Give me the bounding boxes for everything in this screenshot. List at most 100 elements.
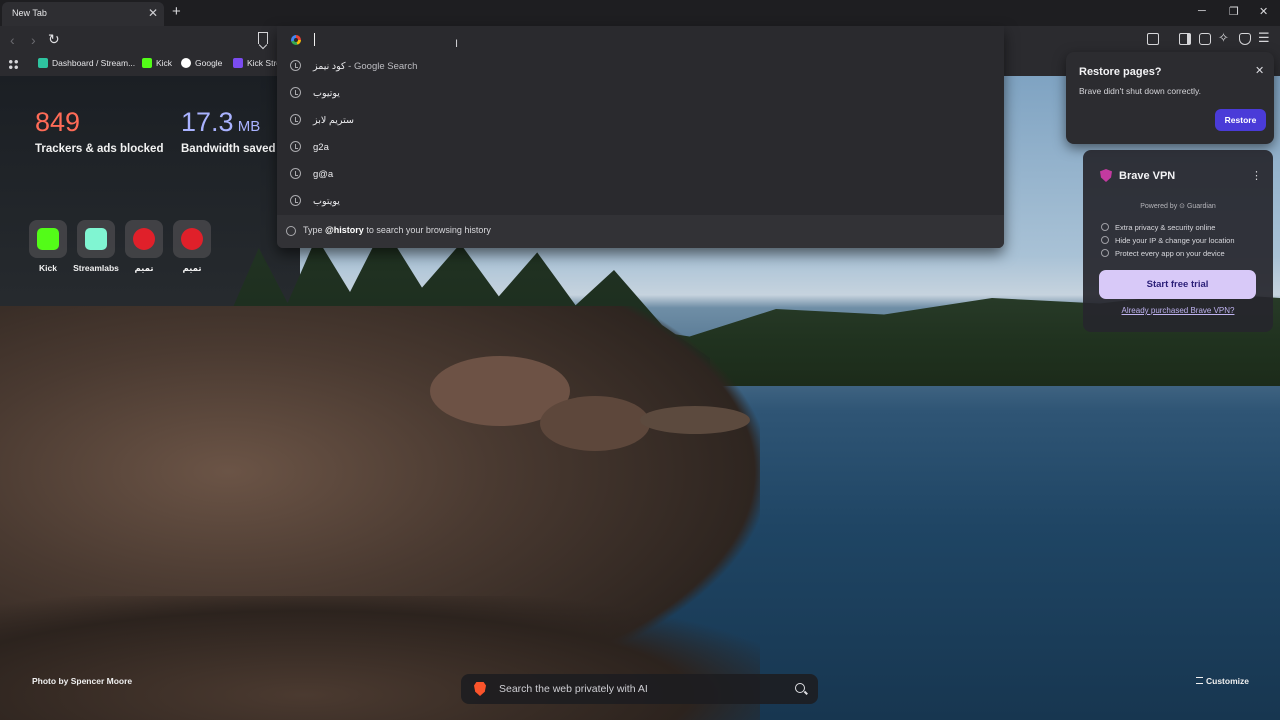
bookmark-icon[interactable]	[258, 32, 268, 44]
minimize-button[interactable]: ─	[1198, 5, 1206, 17]
history-icon	[286, 226, 296, 236]
reload-icon[interactable]: ↻	[48, 31, 60, 48]
suggestion-item[interactable]: g@a	[277, 161, 1004, 188]
kick-icon	[37, 228, 59, 250]
top-site-tamim-2[interactable]	[173, 220, 211, 258]
bookmark-kick[interactable]: Kick	[142, 58, 172, 68]
suggestion-item[interactable]: كود نيمز - Google Search	[277, 53, 1004, 80]
streamlabs-icon	[85, 228, 107, 250]
history-icon	[290, 168, 301, 179]
vpn-powered-by: Powered by ⊙ Guardian	[1140, 203, 1216, 210]
history-icon	[290, 114, 301, 125]
history-icon	[290, 60, 301, 71]
omnibox-dropdown: I كود نيمز - Google Search يوتيوب ستريم …	[277, 26, 1004, 248]
bookmark-label: Google	[195, 58, 223, 68]
top-site-label: تميم	[182, 263, 202, 273]
brave-logo-icon	[474, 682, 486, 696]
customize-label: Customize	[1206, 676, 1249, 686]
close-window-button[interactable]: ✕	[1259, 5, 1268, 18]
suggestion-text: g@a	[313, 169, 334, 180]
history-search-hint[interactable]: Type @history to search your browsing hi…	[277, 215, 1004, 248]
suggestion-text: يوتيوب	[313, 88, 340, 99]
restore-button[interactable]: Restore	[1215, 109, 1266, 131]
suggestion-query: كود نيمز	[313, 61, 346, 72]
close-icon[interactable]: ✕	[1255, 64, 1264, 77]
forward-button[interactable]: ›	[31, 32, 36, 48]
bandwidth-unit: MB	[233, 118, 261, 135]
bandwidth-count: 17.3 MB	[181, 107, 260, 138]
suggestion-item[interactable]: g2a	[277, 134, 1004, 161]
suggestion-item[interactable]: يويتوب	[277, 188, 1004, 215]
customize-icon	[1196, 677, 1203, 684]
top-site-kick[interactable]	[29, 220, 67, 258]
suggestion-item[interactable]: يوتيوب	[277, 80, 1004, 107]
suggestion-text: يويتوب	[313, 196, 340, 207]
bookmark-google[interactable]: Google	[181, 58, 222, 68]
customize-button[interactable]: Customize	[1196, 676, 1249, 686]
apps-grid-icon[interactable]	[8, 59, 19, 70]
search-icon[interactable]	[795, 683, 805, 693]
shields-icon[interactable]	[1239, 33, 1251, 45]
hint-prefix: Type	[303, 225, 326, 235]
back-button[interactable]: ‹	[10, 32, 15, 48]
restore-message: Brave didn't shut down correctly.	[1079, 86, 1201, 96]
google-favicon-icon	[181, 58, 191, 68]
sidebar-icon[interactable]	[1179, 33, 1191, 45]
text-cursor-icon: I	[455, 38, 459, 50]
restore-pages-popup: Restore pages? ✕ Brave didn't shut down …	[1066, 52, 1274, 144]
vpn-feature: Extra privacy & security online	[1101, 223, 1215, 232]
streamlabs-favicon-icon	[38, 58, 48, 68]
vpn-title: Brave VPN	[1119, 170, 1176, 182]
skull-icon	[181, 228, 203, 250]
boulder	[640, 406, 750, 434]
suggestion-item[interactable]: ستريم لابز	[277, 107, 1004, 134]
restore-title: Restore pages?	[1079, 66, 1162, 78]
start-free-trial-button[interactable]: Start free trial	[1099, 270, 1256, 299]
vpn-feature: Protect every app on your device	[1101, 249, 1225, 258]
history-icon	[290, 141, 301, 152]
hint-suffix: to search your browsing history	[363, 225, 491, 235]
text-caret	[314, 33, 315, 46]
bookmark-label: Kick	[156, 58, 173, 68]
trackers-count: 849	[35, 107, 81, 137]
hint-keyword: @history	[325, 225, 364, 235]
ai-search-bar[interactable]: Search the web privately with AI	[461, 674, 818, 704]
kick-favicon-icon	[142, 58, 152, 68]
trackers-label: Trackers & ads blocked	[35, 143, 164, 155]
bookmark-kick-stre[interactable]: Kick Stre	[233, 58, 281, 68]
vpn-shield-icon	[1100, 169, 1112, 182]
menu-icon[interactable]: ☰	[1258, 30, 1270, 46]
boulder	[540, 396, 650, 451]
tab-new-tab[interactable]: New Tab ✕	[2, 2, 164, 26]
reader-mode-icon[interactable]	[1147, 33, 1159, 45]
top-site-tamim-1[interactable]	[125, 220, 163, 258]
suggestion-text: g2a	[313, 142, 329, 153]
history-icon	[290, 195, 301, 206]
brave-vpn-card: Brave VPN ⋮ Powered by ⊙ Guardian Extra …	[1083, 150, 1273, 332]
suggestion-text: ستريم لابز	[313, 115, 354, 126]
kick-stre-favicon-icon	[233, 58, 243, 68]
bookmark-label: Dashboard / Stream...	[52, 58, 136, 68]
bandwidth-label: Bandwidth saved	[181, 143, 276, 155]
hint-text: Type @history to search your browsing hi…	[303, 225, 491, 235]
skull-icon	[133, 228, 155, 250]
tab-title: New Tab	[12, 8, 47, 18]
address-input[interactable]: I	[277, 26, 1004, 54]
vpn-feature: Hide your IP & change your location	[1101, 236, 1235, 245]
tab-strip: New Tab ✕ + ─ ❐ ✕	[0, 0, 1280, 26]
already-purchased-link[interactable]: Already purchased Brave VPN?	[1083, 306, 1273, 315]
suggestion-suffix: - Google Search	[345, 61, 418, 72]
photo-credit[interactable]: Photo by Spencer Moore	[32, 676, 132, 686]
wallet-icon[interactable]	[1199, 33, 1211, 45]
top-site-streamlabs[interactable]	[77, 220, 115, 258]
new-tab-button[interactable]: +	[172, 3, 181, 20]
search-placeholder: Search the web privately with AI	[499, 683, 648, 695]
more-options-icon[interactable]: ⋮	[1251, 169, 1262, 182]
bookmark-dashboard[interactable]: Dashboard / Stream...	[38, 58, 135, 68]
suggestion-text: كود نيمز - Google Search	[313, 61, 417, 72]
restore-window-button[interactable]: ❐	[1229, 5, 1239, 18]
history-icon	[290, 87, 301, 98]
google-icon	[291, 35, 301, 45]
leo-ai-icon[interactable]: ✧	[1218, 30, 1229, 46]
tab-close-icon[interactable]: ✕	[148, 6, 158, 20]
